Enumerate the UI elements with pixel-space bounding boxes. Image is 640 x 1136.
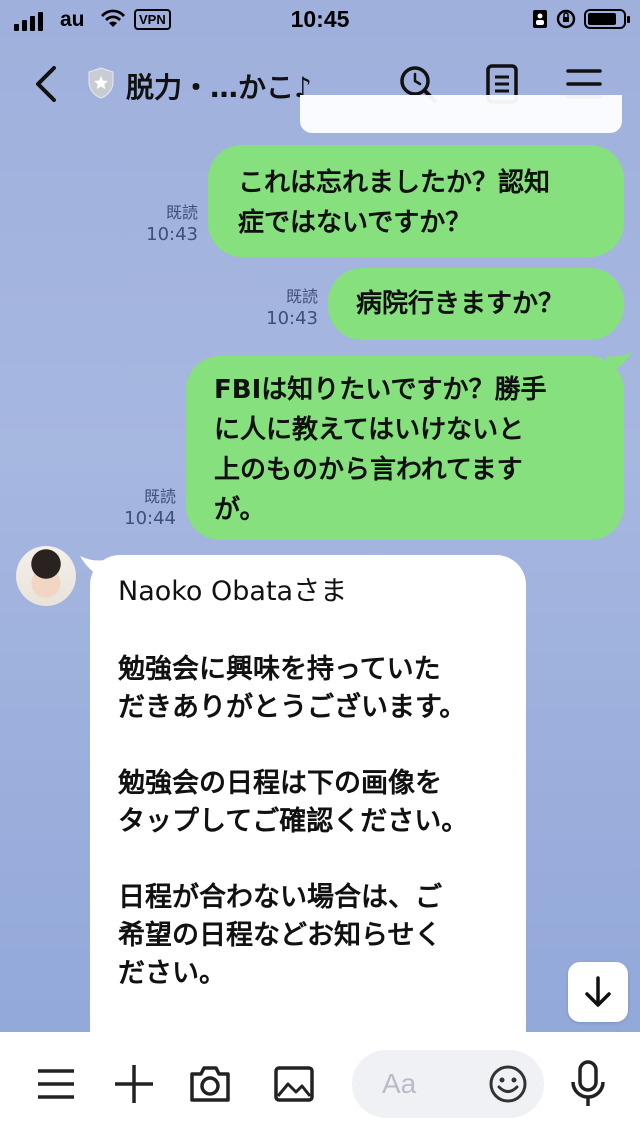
message-bubble-out[interactable]: 病院行きますか？ <box>328 268 624 340</box>
message-line: 勉強会に興味を持っていた <box>118 654 441 685</box>
message-line: だきありがとうございます。 <box>118 692 467 723</box>
rotation-lock-icon <box>556 9 576 29</box>
message-input[interactable]: Aa <box>352 1050 544 1118</box>
message-input-bar: Aa <box>0 1032 640 1136</box>
read-label: 既読 <box>143 487 176 506</box>
message-line: これは忘れましたか？認知 <box>238 168 551 198</box>
mic-icon[interactable] <box>566 1060 610 1108</box>
hamburger-icon[interactable] <box>34 1062 78 1106</box>
input-placeholder: Aa <box>382 1068 417 1099</box>
message-meta: 既読 10:43 <box>120 202 198 246</box>
back-icon[interactable] <box>28 60 68 108</box>
status-bar: au VPN 10:45 <box>0 0 640 40</box>
camera-icon[interactable] <box>188 1062 232 1106</box>
message-line: FBIは知りたいですか？勝手 <box>214 375 547 405</box>
message-meta: 既読 10:44 <box>98 486 176 530</box>
avatar[interactable] <box>16 546 76 606</box>
message-time: 10:43 <box>146 224 198 245</box>
message-bubble-out[interactable]: FBIは知りたいですか？勝手 に人に教えてはいけないと 上のものから言われてます… <box>186 356 624 540</box>
message-time: 10:44 <box>124 508 176 529</box>
message-line: 症ではないですか？ <box>238 208 472 238</box>
bubble-tail <box>606 352 632 372</box>
read-label: 既読 <box>285 287 318 306</box>
read-label: 既読 <box>165 203 198 222</box>
scroll-down-button[interactable] <box>568 962 628 1022</box>
message-line: 上のものから言われてます <box>214 455 523 485</box>
battery-icon <box>584 9 630 29</box>
message-line: が。 <box>214 495 266 525</box>
message-line: タップしてご確認ください。 <box>118 806 469 837</box>
chat-title: 脱力・…かこ♪ <box>126 71 312 104</box>
message-bubble-in[interactable]: Naoko Obataさま 勉強会に興味を持っていた だきありがとうございます。… <box>90 555 526 1075</box>
emoji-icon[interactable] <box>488 1064 528 1104</box>
message-line: に人に教えてはいけないと <box>214 415 525 445</box>
message-line: 日程が合わない場合は、ご <box>118 882 442 913</box>
previous-message-card <box>300 95 622 133</box>
message-line: 勉強会の日程は下の画像を <box>118 768 442 799</box>
lock-portrait-icon <box>533 10 547 28</box>
message-line: 病院行きますか？ <box>356 289 565 319</box>
message-line: Naoko Obataさま <box>118 576 348 607</box>
message-bubble-out[interactable]: これは忘れましたか？認知 症ではないですか？ <box>208 145 624 257</box>
message-line: ださい。 <box>118 958 226 989</box>
message-time: 10:43 <box>266 308 318 329</box>
scroll-down-icon <box>585 976 611 1007</box>
message-line: 希望の日程などお知らせく <box>118 920 442 951</box>
image-icon[interactable] <box>272 1062 316 1106</box>
shield-icon <box>88 67 114 99</box>
message-meta: 既読 10:43 <box>240 286 318 330</box>
plus-icon[interactable] <box>112 1062 156 1106</box>
